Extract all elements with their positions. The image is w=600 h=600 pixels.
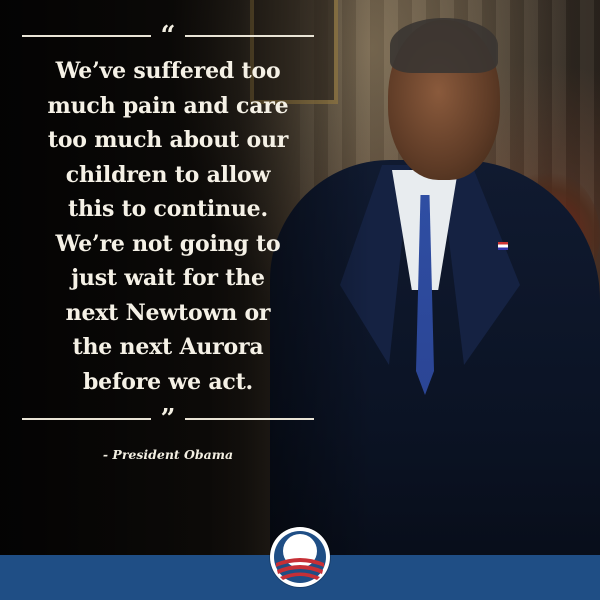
poster: “ We’ve suffered too much pain and care … bbox=[0, 0, 600, 600]
quote-line: this to continue. bbox=[68, 196, 268, 222]
quote-block: “ We’ve suffered too much pain and care … bbox=[22, 22, 314, 462]
quote-line: much pain and care bbox=[47, 92, 289, 119]
quote-line: just wait for the bbox=[71, 265, 265, 291]
divider-line bbox=[22, 35, 151, 37]
open-quote-mark: “ bbox=[160, 21, 176, 51]
quote-line: next Newtown or bbox=[65, 299, 271, 326]
campaign-logo-icon bbox=[270, 527, 330, 587]
quote-line: We’ve suffered too bbox=[55, 58, 281, 84]
divider-line bbox=[185, 418, 314, 420]
quote-line: children to allow bbox=[65, 161, 271, 188]
quote-top-divider: “ bbox=[22, 22, 314, 50]
divider-line bbox=[185, 35, 314, 37]
logo-graphic bbox=[274, 531, 326, 583]
close-quote-mark: ” bbox=[160, 404, 176, 434]
quote-line: too much about our bbox=[47, 127, 289, 153]
quote-text: We’ve suffered too much pain and care to… bbox=[22, 54, 314, 399]
attribution: - President Obama bbox=[102, 447, 234, 462]
divider-line bbox=[22, 418, 151, 420]
quote-line: before we act. bbox=[82, 368, 254, 395]
quote-line: the next Aurora bbox=[72, 334, 264, 360]
quote-line: We’re not going to bbox=[55, 230, 281, 257]
quote-bottom-divider: ” bbox=[22, 405, 314, 433]
